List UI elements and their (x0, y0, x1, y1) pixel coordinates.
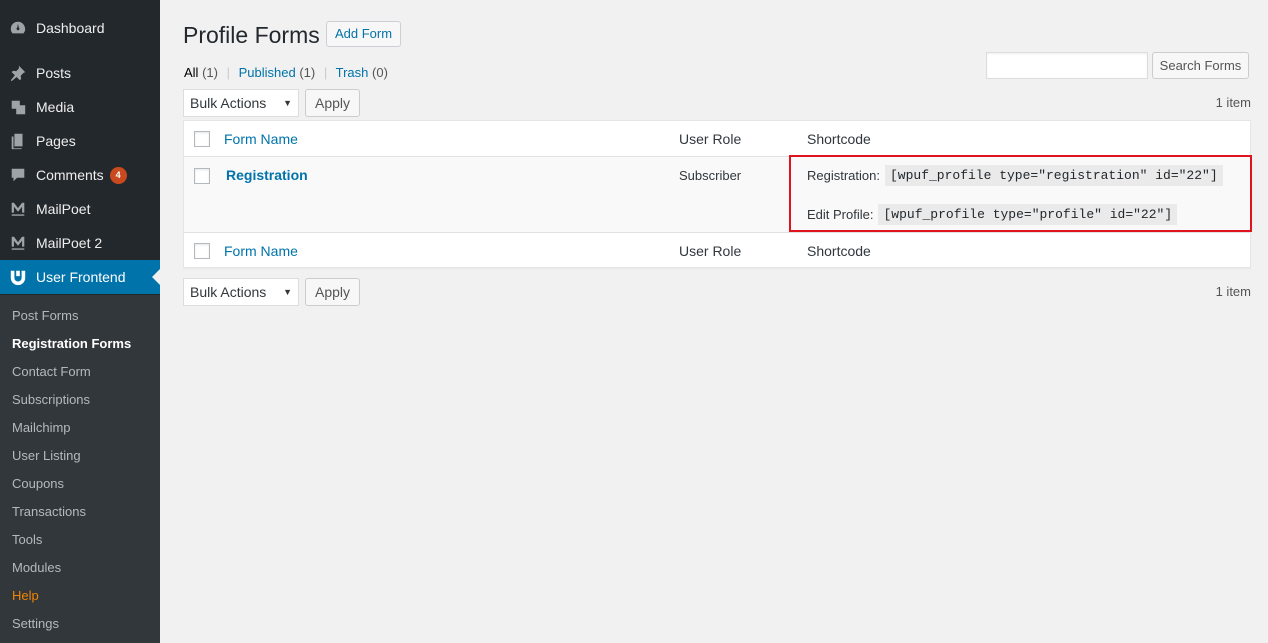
form-title-link[interactable]: Registration (226, 167, 308, 183)
bulk-actions-select[interactable]: Bulk Actions ▼ (183, 89, 299, 117)
registration-shortcode-label: Registration: (807, 168, 880, 183)
submenu-user-listing[interactable]: User Listing (12, 448, 81, 463)
table-row: Registration Subscriber Registration: [w… (184, 157, 1250, 232)
column-user-role: User Role (679, 131, 742, 147)
items-count: 1 item (1215, 95, 1251, 110)
menu-dashboard[interactable]: Dashboard (0, 11, 160, 45)
menu-mailpoet[interactable]: MailPoet (0, 192, 160, 226)
pin-icon (0, 64, 36, 82)
filter-all[interactable]: All (184, 65, 198, 80)
select-all-checkbox-footer[interactable] (194, 243, 210, 259)
pages-icon (0, 132, 36, 150)
edit-profile-shortcode-line: Edit Profile: [wpuf_profile type="profil… (807, 204, 1178, 225)
bulk-actions-value: Bulk Actions (190, 95, 267, 111)
submenu-transactions[interactable]: Transactions (12, 504, 86, 519)
page-title: Profile Forms (183, 22, 320, 48)
filter-published[interactable]: Published (239, 65, 296, 80)
add-form-button[interactable]: Add Form (326, 21, 402, 47)
column-user-role-footer: User Role (679, 243, 742, 259)
registration-shortcode[interactable]: [wpuf_profile type="registration" id="22… (884, 165, 1223, 186)
comments-count-badge: 4 (109, 166, 127, 184)
user-role-value: Subscriber (679, 168, 742, 183)
table-header: Form Name User Role Shortcode (184, 121, 1250, 157)
menu-posts[interactable]: Posts (0, 56, 160, 90)
bulk-actions-value: Bulk Actions (190, 284, 267, 300)
submenu-registration-forms[interactable]: Registration Forms (12, 336, 131, 351)
apply-button[interactable]: Apply (305, 89, 360, 117)
submenu-subscriptions[interactable]: Subscriptions (12, 392, 90, 407)
submenu-help[interactable]: Help (12, 588, 39, 603)
user-frontend-submenu: Post Forms Registration Forms Contact Fo… (0, 295, 160, 643)
dropdown-arrow-icon: ▼ (283, 98, 292, 108)
column-form-name-footer[interactable]: Form Name (224, 243, 298, 259)
submenu-tools[interactable]: Tools (12, 532, 42, 547)
filter-separator: | (323, 65, 328, 80)
admin-sidebar: Dashboard Posts Media Pages Comments 4 M… (0, 0, 160, 643)
apply-button-bottom[interactable]: Apply (305, 278, 360, 306)
edit-profile-shortcode-label: Edit Profile: (807, 207, 874, 222)
bulk-actions-select-bottom[interactable]: Bulk Actions ▼ (183, 278, 299, 306)
items-count-bottom: 1 item (1215, 284, 1251, 299)
filter-all-count: (1) (202, 65, 218, 80)
filter-trash[interactable]: Trash (336, 65, 369, 80)
filter-trash-count: (0) (372, 65, 388, 80)
submenu-contact-form[interactable]: Contact Form (12, 364, 91, 379)
search-forms-button[interactable]: Search Forms (1152, 52, 1249, 79)
submenu-modules[interactable]: Modules (12, 560, 61, 575)
edit-profile-shortcode[interactable]: [wpuf_profile type="profile" id="22"] (878, 204, 1178, 225)
menu-comments[interactable]: Comments 4 (0, 158, 160, 192)
comment-icon (0, 166, 36, 184)
submenu-settings[interactable]: Settings (12, 616, 59, 631)
user-frontend-icon (0, 268, 36, 286)
dashboard-icon (0, 19, 36, 37)
menu-media[interactable]: Media (0, 90, 160, 124)
media-icon (0, 98, 36, 116)
dropdown-arrow-icon: ▼ (283, 287, 292, 297)
menu-user-frontend[interactable]: User Frontend (0, 260, 160, 294)
mailpoet-icon (0, 200, 36, 218)
filter-separator: | (226, 65, 230, 80)
menu-mailpoet-2[interactable]: MailPoet 2 (0, 226, 160, 260)
status-filters: All (1) | Published (1) | Trash (0) (184, 65, 388, 80)
column-shortcode-footer: Shortcode (807, 243, 871, 259)
registration-shortcode-line: Registration: [wpuf_profile type="regist… (807, 165, 1223, 186)
select-all-checkbox[interactable] (194, 131, 210, 147)
mailpoet-icon (0, 234, 36, 252)
submenu-coupons[interactable]: Coupons (12, 476, 64, 491)
row-checkbox[interactable] (194, 168, 210, 184)
search-input[interactable] (986, 52, 1148, 79)
filter-published-count: (1) (299, 65, 316, 80)
column-form-name[interactable]: Form Name (224, 131, 298, 147)
submenu-mailchimp[interactable]: Mailchimp (12, 420, 71, 435)
column-shortcode: Shortcode (807, 131, 871, 147)
table-footer: Form Name User Role Shortcode (184, 232, 1250, 268)
forms-table: Form Name User Role Shortcode Registrati… (183, 120, 1251, 268)
submenu-post-forms[interactable]: Post Forms (12, 308, 78, 323)
menu-pages[interactable]: Pages (0, 124, 160, 158)
